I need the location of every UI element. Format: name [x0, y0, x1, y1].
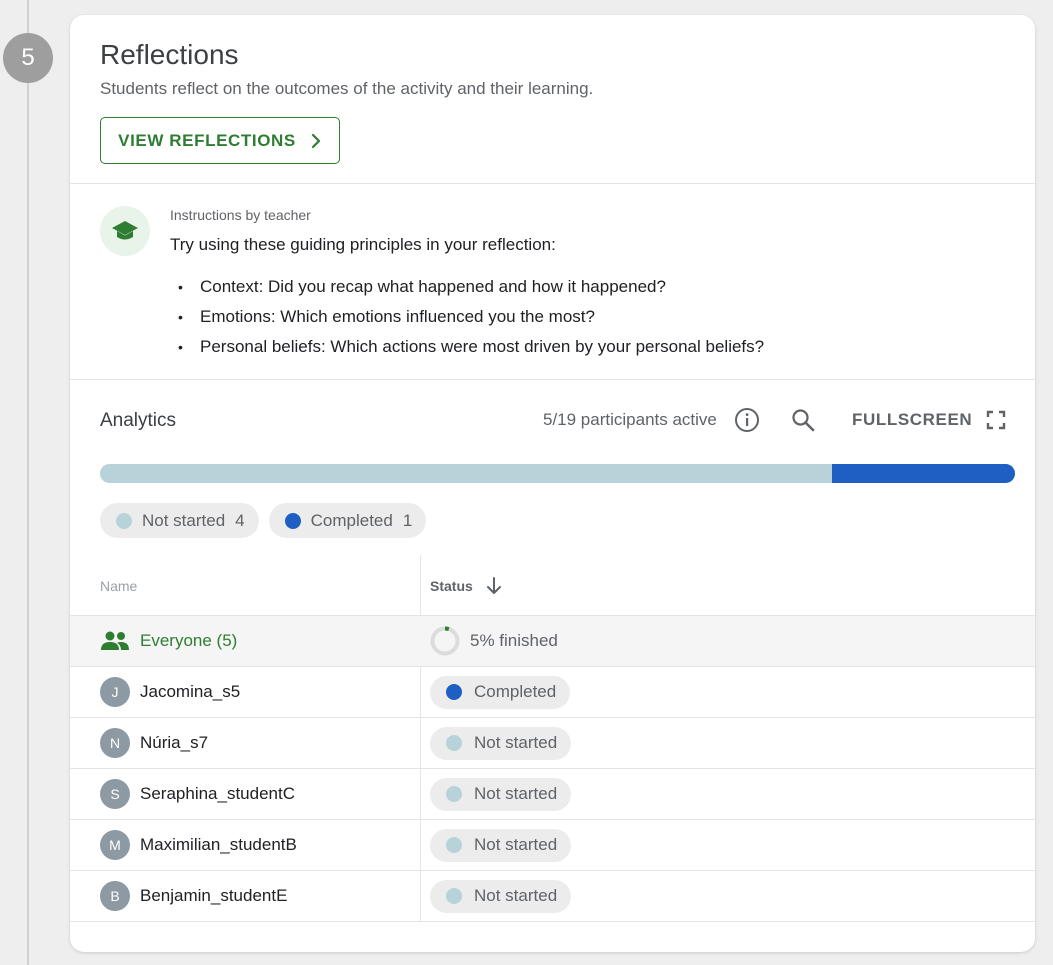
group-icon [101, 631, 129, 650]
instructions-list: Context: Did you recap what happened and… [178, 272, 764, 362]
completed-dot-icon [284, 512, 301, 529]
participant-status-cell: Completed [430, 667, 571, 717]
instruction-item: Context: Did you recap what happened and… [178, 272, 764, 302]
legend-count: 4 [235, 510, 245, 530]
participant-status-cell: Not started [430, 718, 572, 768]
participant-status-cell: Not started [430, 769, 572, 819]
fullscreen-icon [987, 410, 1006, 430]
table-row[interactable]: B Benjamin_studentE Not started [70, 871, 1035, 922]
status-label: Not started [474, 886, 558, 905]
page-subtitle: Students reflect on the outcomes of the … [100, 79, 594, 98]
avatar: B [100, 881, 130, 911]
participant-name-cell: B Benjamin_studentE [100, 871, 287, 921]
everyone-cell: Everyone (5) [100, 616, 237, 666]
instruction-item: Emotions: Which emotions influenced you … [178, 302, 764, 332]
analytics-title: Analytics [100, 410, 177, 431]
page-title: Reflections [100, 39, 239, 70]
table-row[interactable]: J Jacomina_s5 Completed [70, 667, 1035, 718]
graduation-cap-icon [112, 221, 138, 240]
timeline-line [27, 0, 29, 965]
legend-label: Not started [142, 510, 226, 530]
participant-name: Seraphina_studentC [140, 784, 296, 803]
finished-indicator: 5% finished [430, 626, 558, 656]
column-header-status[interactable]: Status [430, 555, 503, 616]
completed-progress-fill [832, 464, 1015, 483]
participant-name-cell: J Jacomina_s5 [100, 667, 240, 717]
completed-dot-icon [446, 684, 462, 700]
instructions-lead: Try using these guiding principles in yo… [170, 235, 556, 254]
not-started-dot-icon [446, 837, 462, 853]
participant-name: Benjamin_studentE [140, 886, 288, 905]
participant-status-cell: Not started [430, 871, 572, 921]
status-label: Not started [474, 835, 558, 854]
view-reflections-button[interactable]: VIEW REFLECTIONS [100, 117, 340, 164]
participants-table: Name Status Everyone (5) 5% finished J J… [70, 555, 1035, 922]
avatar: N [100, 728, 130, 758]
table-row[interactable]: N Núria_s7 Not started [70, 718, 1035, 769]
not-started-dot-icon [446, 786, 462, 802]
status-badge: Not started [430, 828, 572, 862]
search-icon[interactable] [790, 407, 816, 433]
not-started-dot-icon [446, 888, 462, 904]
status-badge: Not started [430, 879, 572, 913]
instruction-item: Personal beliefs: Which actions were mos… [178, 332, 764, 362]
status-badge: Not started [430, 726, 572, 760]
step-number-badge: 5 [3, 33, 53, 83]
chevron-right-icon [311, 133, 320, 148]
progress-ring-icon [430, 626, 460, 656]
table-row[interactable]: M Maximilian_studentB Not started [70, 820, 1035, 871]
participant-name-cell: N Núria_s7 [100, 718, 208, 768]
table-row[interactable]: S Seraphina_studentC Not started [70, 769, 1035, 820]
info-icon[interactable] [734, 407, 760, 433]
status-label: Not started [474, 784, 558, 803]
instructions-section: Instructions by teacher Try using these … [70, 184, 1035, 380]
arrow-down-sort-icon [486, 576, 501, 594]
participants-active-text: 5/19 participants active [543, 410, 717, 429]
participant-status-cell: Not started [430, 820, 572, 870]
legend-label: Completed [310, 510, 393, 530]
legend-chip-completed[interactable]: Completed 1 [268, 503, 427, 538]
avatar: S [100, 779, 130, 809]
teacher-avatar [100, 206, 150, 256]
completion-progress-bar [100, 464, 1015, 483]
finished-text: 5% finished [470, 631, 558, 650]
not-started-dot-icon [116, 512, 132, 529]
column-header-status-label: Status [430, 577, 473, 594]
participant-name: Maximilian_studentB [140, 835, 297, 854]
fullscreen-button[interactable]: FULLSCREEN [852, 406, 1006, 434]
not-started-dot-icon [446, 735, 462, 751]
participant-name: Jacomina_s5 [140, 682, 241, 701]
view-reflections-label: VIEW REFLECTIONS [118, 130, 296, 150]
instructions-label: Instructions by teacher [170, 207, 311, 223]
legend-chip-not-started[interactable]: Not started 4 [100, 503, 259, 538]
table-header: Name Status [70, 555, 1035, 616]
participant-name: Núria_s7 [140, 733, 209, 752]
participant-name-cell: M Maximilian_studentB [100, 820, 297, 870]
participant-name-cell: S Seraphina_studentC [100, 769, 295, 819]
avatar: M [100, 830, 130, 860]
table-row-everyone[interactable]: Everyone (5) 5% finished [70, 616, 1035, 667]
avatar: J [100, 677, 130, 707]
legend-count: 1 [402, 510, 413, 530]
fullscreen-label: FULLSCREEN [852, 410, 973, 429]
status-badge: Not started [430, 777, 572, 811]
status-legend: Not started 4 Completed 1 [100, 503, 427, 538]
header-section: Reflections Students reflect on the outc… [70, 15, 1035, 184]
everyone-status-cell: 5% finished [430, 616, 558, 666]
everyone-label: Everyone (5) [140, 631, 238, 650]
column-header-name[interactable]: Name [100, 555, 137, 616]
status-label: Not started [474, 733, 558, 752]
status-label: Completed [474, 682, 557, 701]
reflections-card: Reflections Students reflect on the outc… [70, 15, 1035, 952]
status-badge: Completed [430, 675, 571, 709]
